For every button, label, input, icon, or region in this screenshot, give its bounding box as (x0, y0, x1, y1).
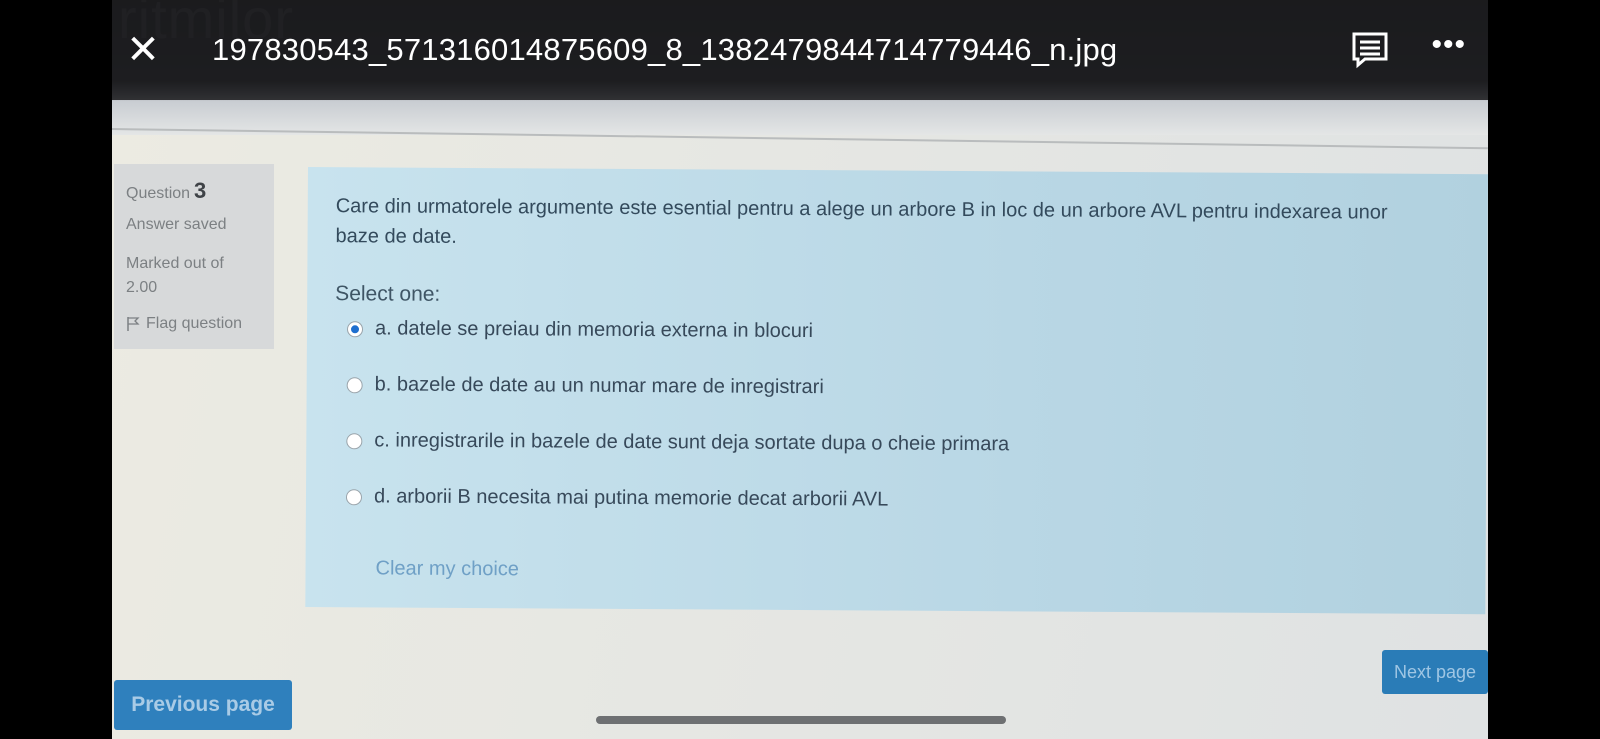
question-info-box: Question 3 Answer saved Marked out of 2.0… (114, 164, 274, 349)
option-a-label: a. datele se preiau din memoria externa … (374, 317, 814, 343)
home-indicator[interactable] (596, 716, 1006, 724)
option-c[interactable]: c. inregistrarile in bazele de date sunt… (346, 429, 1009, 456)
option-d-label: d. arborii B necesita mai putina memorie… (373, 485, 889, 511)
option-b[interactable]: b. bazele de date au un numar mare de in… (346, 373, 824, 399)
question-number: 3 (194, 178, 207, 203)
flag-icon (127, 317, 140, 331)
select-one-prompt: Select one: (335, 282, 441, 306)
question-panel: Care din urmatorele argumente este esent… (305, 167, 1488, 615)
marked-out-of: Marked out of 2.00 (126, 252, 256, 300)
option-a[interactable]: a. datele se preiau din memoria externa … (346, 317, 814, 343)
marked-label: Marked out of (126, 255, 224, 272)
option-d[interactable]: d. arborii B necesita mai putina memorie… (345, 485, 889, 511)
question-number-line: Question 3 (126, 178, 206, 204)
answer-status: Answer saved (126, 216, 227, 233)
close-icon[interactable]: ✕ (118, 25, 168, 75)
file-name: 197830543_571316014875609_8_138247984471… (212, 32, 1118, 67)
viewer-top-bar: ✕ 197830543_571316014875609_8_1382479844… (112, 0, 1488, 100)
comment-icon[interactable] (1351, 31, 1389, 69)
question-text: Care din urmatorele argumente este esent… (335, 195, 1388, 248)
flag-question-label: Flag question (146, 315, 243, 332)
previous-page-button[interactable]: Previous page (114, 680, 292, 730)
marked-value: 2.00 (126, 279, 158, 296)
radio-option-a[interactable] (346, 320, 364, 337)
radio-option-c[interactable] (346, 432, 363, 449)
radio-option-d[interactable] (345, 488, 363, 505)
flag-question-button[interactable]: Flag question (126, 315, 242, 333)
option-c-label: c. inregistrarile in bazele de date sunt… (374, 429, 1010, 456)
next-page-button[interactable]: Next page (1382, 650, 1488, 694)
option-b-label: b. bazele de date au un numar mare de in… (374, 373, 824, 399)
question-label: Question (126, 185, 191, 202)
radio-option-b[interactable] (346, 376, 363, 393)
clear-choice-link[interactable]: Clear my choice (375, 557, 519, 581)
more-icon[interactable]: ••• (1431, 30, 1466, 60)
viewer-actions: ••• (1351, 30, 1466, 69)
